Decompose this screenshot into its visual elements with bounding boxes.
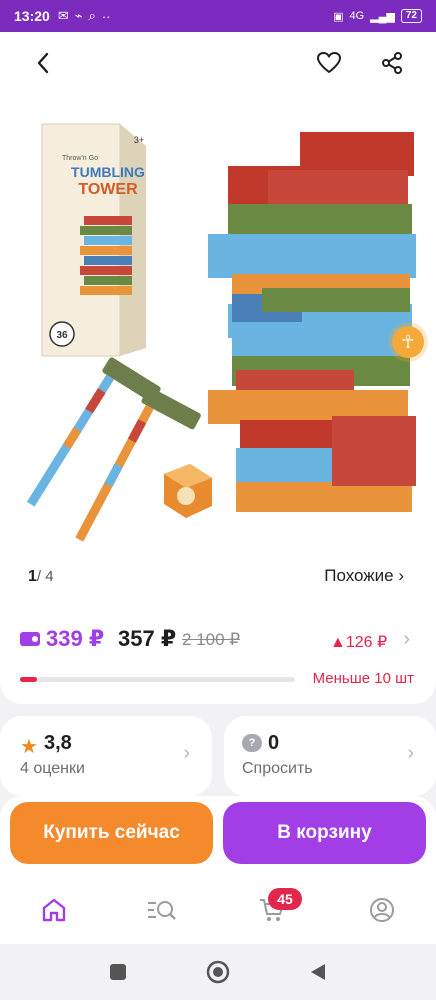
catalog-search-icon bbox=[148, 901, 176, 920]
wallet-icon bbox=[20, 632, 40, 646]
share-icon bbox=[382, 52, 402, 74]
questions-card[interactable]: ? 0 Спросить › bbox=[224, 716, 436, 796]
box-title-bottom: TOWER bbox=[78, 181, 138, 198]
heart-icon bbox=[317, 52, 341, 73]
home-system-button[interactable] bbox=[206, 960, 230, 984]
dice-image bbox=[164, 464, 212, 518]
status-bar: 13:20 ✉ ⌁ ⌕ ·· ▣ 4G ▂▄▆ 72 bbox=[0, 0, 436, 32]
signal-icon: ▂▄▆ bbox=[370, 10, 395, 23]
question-bubble-icon: ? bbox=[242, 734, 262, 752]
home-icon bbox=[42, 898, 66, 922]
chevron-right-icon: › bbox=[403, 628, 410, 650]
gallery-footer: 1/ 4 Похожие › bbox=[0, 554, 436, 600]
wallet-price: 339 ₽ bbox=[46, 626, 105, 651]
network-type: 4G bbox=[349, 10, 365, 22]
circle-icon bbox=[206, 960, 230, 984]
box-age: 3+ bbox=[134, 135, 144, 145]
status-right: ▣ 4G ▂▄▆ 72 bbox=[333, 9, 422, 23]
game-box-image: Throw'n Go TUMBLING TOWER 36 3+ bbox=[41, 123, 146, 357]
rating-count: 4 оценки bbox=[20, 760, 85, 777]
box-title-top: TUMBLING bbox=[71, 164, 145, 180]
share-button[interactable] bbox=[377, 48, 407, 78]
system-navigation-bar bbox=[0, 944, 436, 1000]
stock-progress-bar bbox=[20, 677, 295, 682]
stock-label: Меньше 10 шт bbox=[312, 670, 414, 687]
broom-icon: ⌁ bbox=[74, 8, 83, 23]
square-icon bbox=[110, 964, 126, 980]
search-icon: ⌕ bbox=[88, 8, 96, 23]
rating-value: 3,8 bbox=[44, 732, 72, 754]
similar-products-link[interactable]: Похожие › bbox=[324, 566, 404, 586]
price-card[interactable]: 339 ₽ 357 ₽ 2 100 ₽ ▲126 ₽ › Меньше 10 ш… bbox=[0, 600, 436, 704]
price-drop: ▲126 ₽ bbox=[330, 634, 388, 651]
back-button[interactable] bbox=[28, 48, 58, 78]
purchase-actions: Купить сейчас В корзину bbox=[0, 796, 436, 874]
assistant-button[interactable]: ☥ bbox=[392, 326, 424, 358]
recent-apps-button[interactable] bbox=[106, 960, 130, 984]
image-counter-total: / 4 bbox=[36, 568, 54, 585]
back-arrow-icon bbox=[37, 52, 49, 74]
triangle-back-icon bbox=[311, 964, 325, 980]
rating-card[interactable]: ★ 3,8 4 оценки › bbox=[0, 716, 212, 796]
old-price: 2 100 ₽ bbox=[182, 630, 241, 649]
product-photo: Throw'n Go TUMBLING TOWER 36 3+ bbox=[26, 123, 416, 542]
product-image-gallery[interactable]: Throw'n Go TUMBLING TOWER 36 3+ ☥ bbox=[0, 94, 436, 554]
buy-now-button[interactable]: Купить сейчас bbox=[10, 802, 213, 864]
battery-level: 72 bbox=[400, 9, 422, 23]
product-header bbox=[0, 32, 436, 94]
nav-home[interactable] bbox=[38, 894, 70, 926]
person-icon: ☥ bbox=[401, 331, 415, 352]
star-icon: ★ bbox=[20, 736, 38, 758]
favorite-button[interactable] bbox=[314, 48, 344, 78]
image-counter-current: 1 bbox=[28, 568, 37, 585]
tower-blocks-image bbox=[208, 132, 416, 512]
current-price: 357 ₽ bbox=[118, 626, 177, 651]
stock-progress-fill bbox=[20, 677, 37, 682]
more-dots-icon: ·· bbox=[101, 8, 111, 24]
profile-icon bbox=[370, 898, 394, 922]
box-brand-text: Throw'n Go bbox=[62, 155, 98, 162]
box-piece-count: 36 bbox=[56, 330, 68, 341]
back-system-button[interactable] bbox=[306, 960, 330, 984]
chevron-right-icon: › bbox=[183, 742, 190, 764]
chevron-right-icon: › bbox=[407, 742, 414, 764]
mail-icon: ✉ bbox=[57, 8, 69, 23]
image-counter: 1/ 4 bbox=[28, 568, 54, 586]
status-notification-icons: ✉ ⌁ ⌕ ·· bbox=[58, 8, 111, 24]
nav-catalog[interactable] bbox=[146, 894, 178, 926]
nav-profile[interactable] bbox=[366, 894, 398, 926]
status-time: 13:20 bbox=[14, 8, 50, 24]
cart-badge: 45 bbox=[268, 888, 302, 910]
hammer-toys bbox=[26, 357, 201, 542]
questions-count: 0 bbox=[268, 732, 280, 754]
bottom-navigation: 45 bbox=[0, 874, 436, 944]
add-to-cart-button[interactable]: В корзину bbox=[223, 802, 426, 864]
ask-question-label: Спросить bbox=[242, 760, 313, 777]
volte-icon: ▣ bbox=[333, 10, 344, 23]
